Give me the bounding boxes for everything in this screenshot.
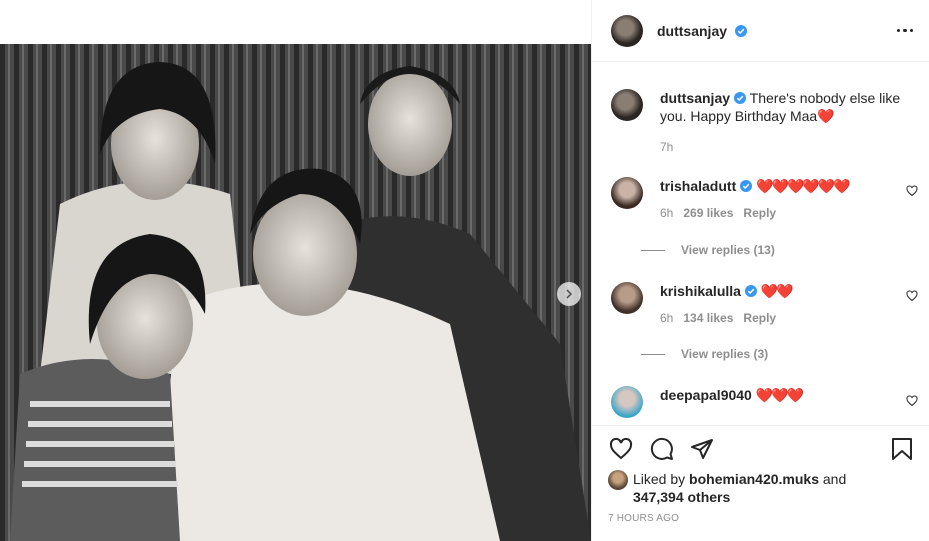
view-replies-label: View replies (13) <box>681 243 775 257</box>
comment-body: trishaladutt ❤️❤️❤️❤️❤️❤️ 6h 269 likes R… <box>660 177 911 222</box>
reply-button[interactable]: Reply <box>743 309 776 327</box>
comment-username[interactable]: deepapal9040 <box>660 387 752 403</box>
liker-username[interactable]: bohemian420.muks <box>689 471 819 487</box>
caption-body: duttsanjay There's nobody else like you.… <box>660 89 911 156</box>
comment-time: 6h <box>660 206 674 220</box>
comment-text: ❤️❤️❤️ <box>755 387 804 403</box>
likes-text: Liked by bohemian420.muks and 347,394 ot… <box>633 470 846 506</box>
comment-text-line: trishaladutt ❤️❤️❤️❤️❤️❤️ <box>660 177 911 195</box>
likes-and: and <box>822 471 847 487</box>
chevron-right-icon <box>566 289 573 299</box>
view-replies-button[interactable]: View replies (13) <box>641 243 775 257</box>
more-dot-icon <box>909 28 913 33</box>
replies-divider <box>641 249 665 251</box>
verified-badge-icon <box>734 24 747 37</box>
likes-count-button[interactable]: 347,394 others <box>633 489 730 505</box>
author-avatar[interactable] <box>611 89 643 121</box>
post-photo <box>0 44 591 541</box>
comment-text-line: krishikalulla ❤️❤️ <box>660 282 911 300</box>
comment-username[interactable]: trishaladutt <box>660 178 736 194</box>
comment-text-line: deepapal9040 ❤️❤️❤️ <box>660 386 911 404</box>
comment-likes[interactable]: 134 likes <box>683 309 733 327</box>
caption-text-line: duttsanjay There's nobody else like you.… <box>660 89 911 125</box>
save-bookmark-icon[interactable] <box>891 437 913 461</box>
post-actions: Liked by bohemian420.muks and 347,394 ot… <box>592 425 929 524</box>
action-bar <box>608 426 913 472</box>
verified-badge-icon <box>744 285 757 297</box>
comment-bubble-icon[interactable] <box>650 437 674 461</box>
comments-list: duttsanjay There's nobody else like you.… <box>592 63 929 425</box>
comment-meta: 6h 134 likes Reply <box>660 309 911 327</box>
commenter-avatar[interactable] <box>611 386 643 418</box>
post-media <box>0 0 591 541</box>
comment-username[interactable]: krishikalulla <box>660 283 741 299</box>
commenter-avatar[interactable] <box>611 177 643 209</box>
reply-button[interactable]: Reply <box>743 204 776 222</box>
post-sidebar: duttsanjay duttsanjay There's nobody els… <box>591 0 929 541</box>
next-photo-button[interactable] <box>557 282 581 306</box>
caption-meta: 7h <box>660 138 911 156</box>
replies-divider <box>641 353 665 355</box>
caption-username[interactable]: duttsanjay <box>660 90 730 106</box>
view-replies-button[interactable]: View replies (3) <box>641 347 768 361</box>
like-heart-icon[interactable] <box>608 437 634 461</box>
author-username[interactable]: duttsanjay <box>657 23 727 39</box>
caption-emoji: ❤️ <box>817 108 834 124</box>
like-comment-heart-icon[interactable] <box>906 395 918 407</box>
comment-text: ❤️❤️❤️❤️❤️❤️ <box>756 178 851 194</box>
verified-badge-icon <box>740 180 753 192</box>
family-photo-image <box>0 44 591 541</box>
like-comment-heart-icon[interactable] <box>906 185 918 197</box>
more-dot-icon <box>896 28 900 33</box>
share-send-icon[interactable] <box>690 437 714 461</box>
like-comment-heart-icon[interactable] <box>906 290 918 302</box>
author-avatar[interactable] <box>611 14 643 47</box>
caption-time: 7h <box>660 140 674 154</box>
commenter-avatar[interactable] <box>611 282 643 314</box>
author-name-wrap: duttsanjay <box>657 23 747 39</box>
likes-summary: Liked by bohemian420.muks and 347,394 ot… <box>608 470 913 506</box>
view-replies-label: View replies (3) <box>681 347 769 361</box>
likes-prefix: Liked by <box>633 471 686 487</box>
comment-body: deepapal9040 ❤️❤️❤️ <box>660 386 911 404</box>
liker-avatar[interactable] <box>608 470 628 490</box>
post-timestamp[interactable]: 7 HOURS AGO <box>608 513 913 524</box>
verified-badge-icon <box>734 92 747 104</box>
more-dot-icon <box>903 28 907 33</box>
comment-text: ❤️❤️ <box>760 283 794 299</box>
post-header: duttsanjay <box>592 0 929 62</box>
comment-likes[interactable]: 269 likes <box>683 204 733 222</box>
comment-time: 6h <box>660 311 674 325</box>
more-options-button[interactable] <box>896 28 913 33</box>
comment-meta: 6h 269 likes Reply <box>660 204 911 222</box>
comment-body: krishikalulla ❤️❤️ 6h 134 likes Reply <box>660 282 911 327</box>
